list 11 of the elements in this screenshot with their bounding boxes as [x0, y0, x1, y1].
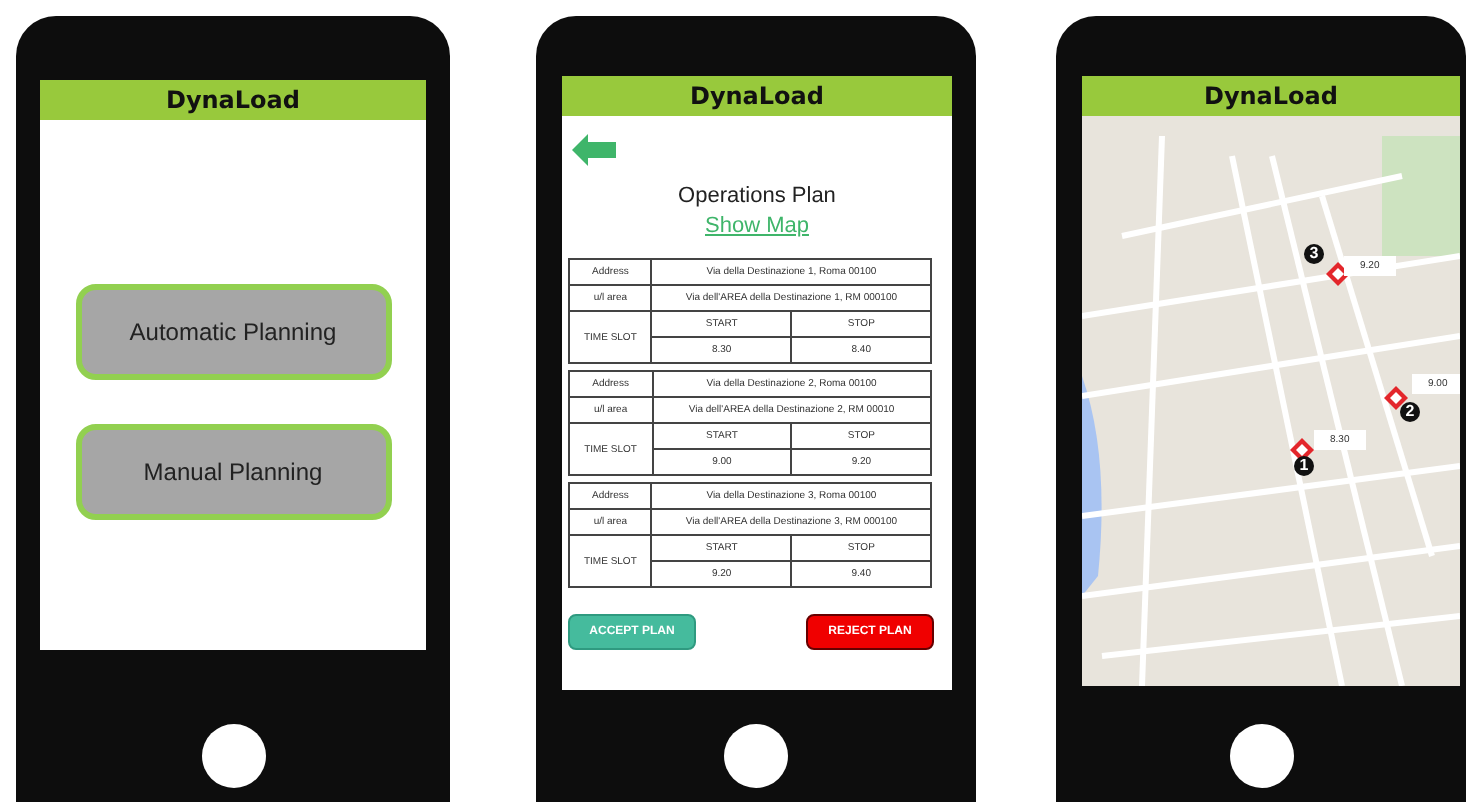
screen-title: Operations Plan	[676, 184, 838, 208]
app-header: DynaLoad	[1082, 76, 1460, 116]
back-arrow-icon[interactable]	[572, 134, 616, 166]
home-button[interactable]	[201, 724, 265, 788]
planning-button[interactable]: Automatic Planning	[75, 284, 391, 380]
app-header: DynaLoad	[40, 80, 426, 120]
app-header: DynaLoad	[562, 76, 952, 116]
location-marker-icon	[1384, 386, 1408, 410]
home-button[interactable]	[724, 724, 788, 788]
home-button[interactable]	[1229, 724, 1293, 788]
planning-button[interactable]: Manual Planning	[75, 424, 391, 520]
